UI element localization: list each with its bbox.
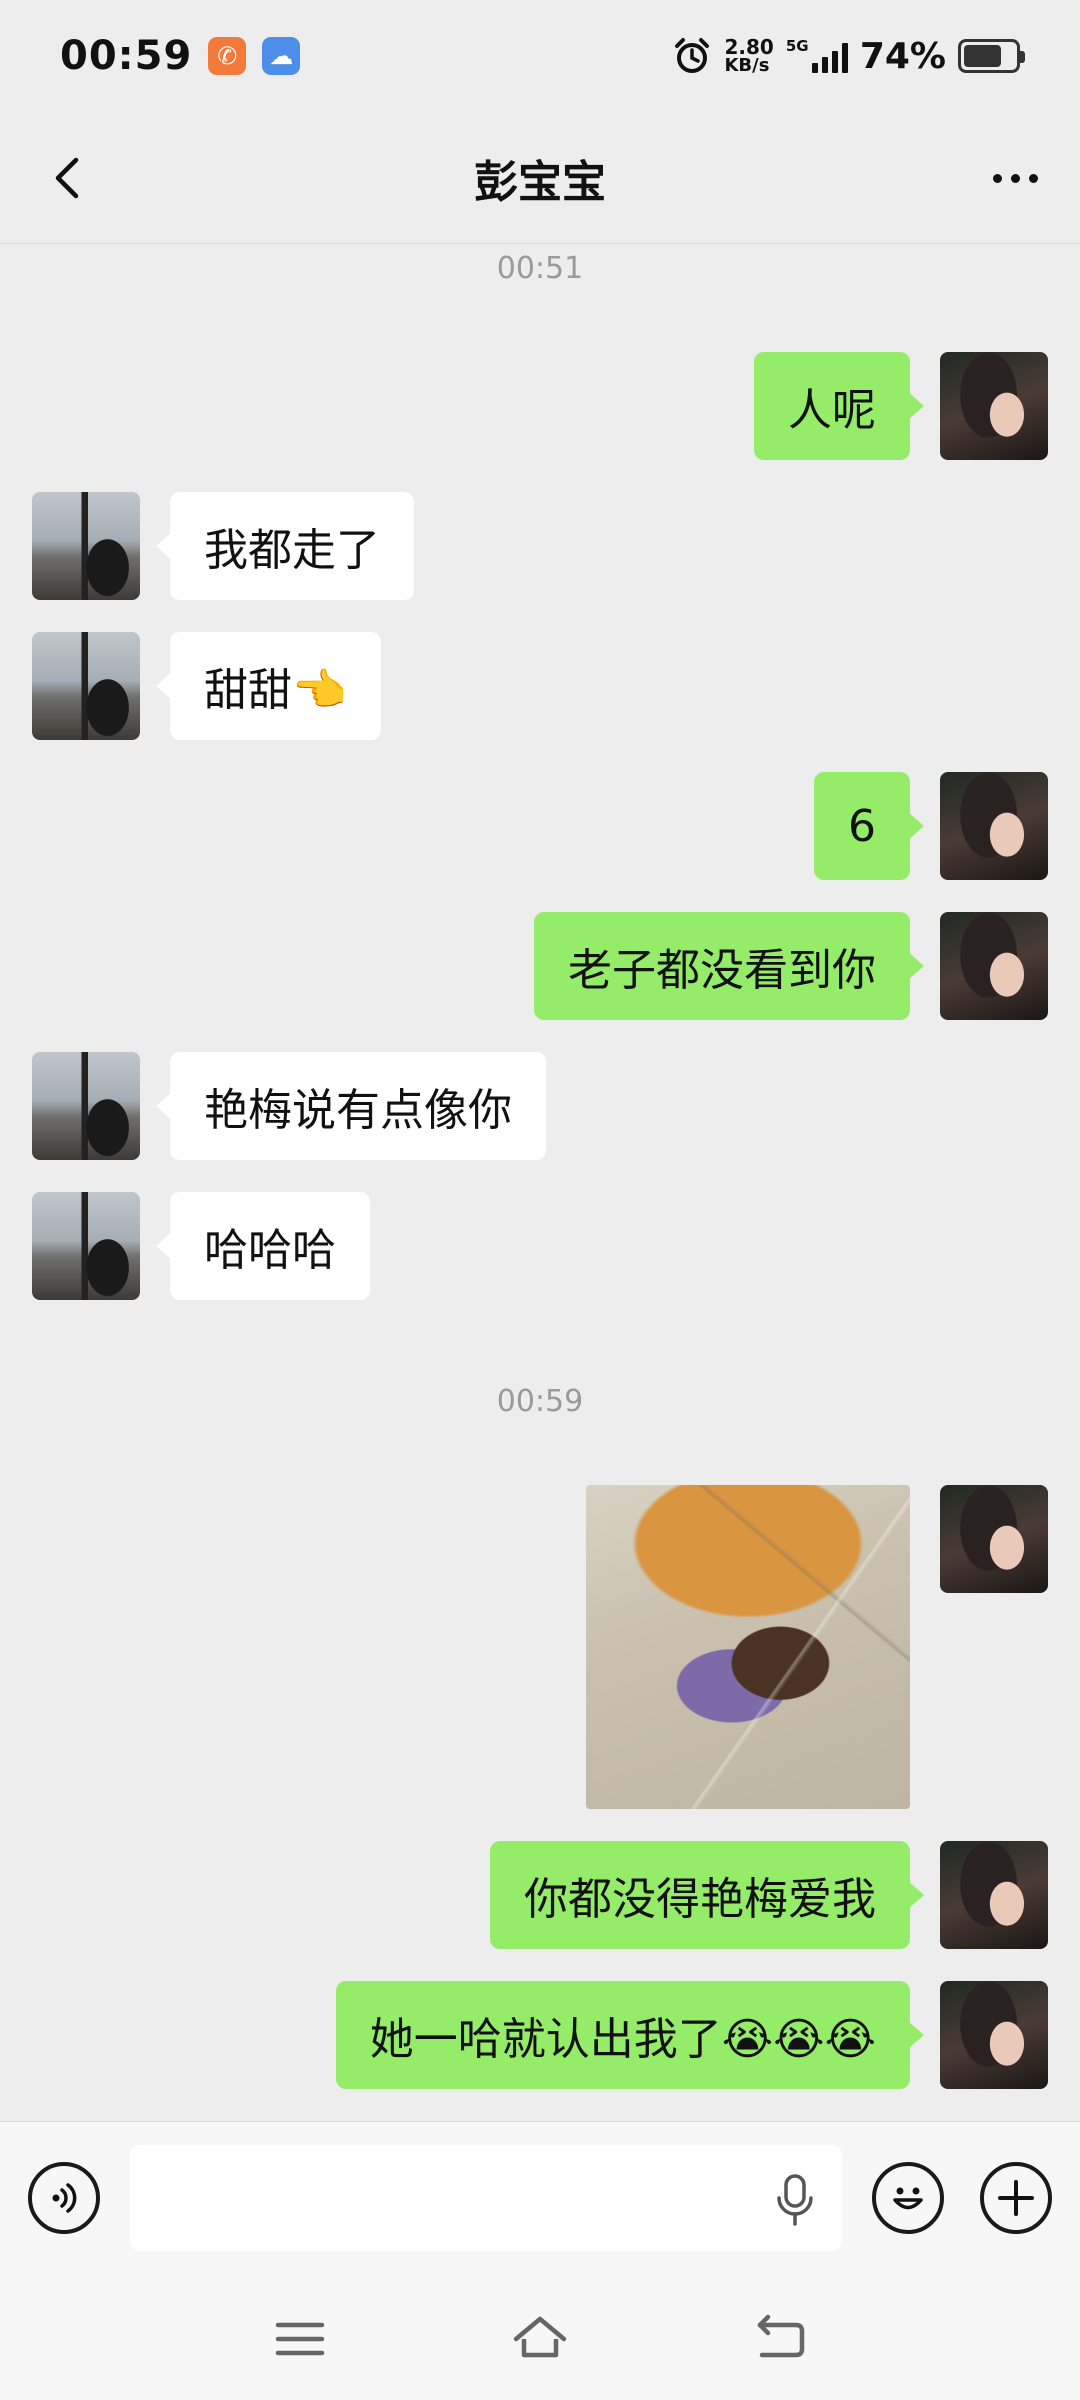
net-speed: 2.80 KB/s <box>724 37 773 75</box>
message-bubble-received[interactable]: 我都走了 <box>156 492 414 600</box>
my-avatar[interactable] <box>940 1485 1048 1593</box>
status-left: 00:59 ✆ ☁ <box>60 33 301 79</box>
status-time: 00:59 <box>60 33 193 79</box>
timestamp: 00:51 <box>496 251 584 286</box>
voice-toggle-button[interactable] <box>28 2162 100 2234</box>
chevron-left-icon <box>55 157 79 199</box>
message-bubble-received[interactable]: 艳梅说有点像你 <box>156 1052 546 1160</box>
battery-fill <box>964 45 1001 67</box>
my-avatar[interactable] <box>940 1981 1048 2089</box>
microphone-icon[interactable] <box>772 2172 818 2228</box>
contact-avatar[interactable] <box>32 492 140 600</box>
more-dot-icon <box>1028 173 1038 183</box>
message-bubble-received[interactable]: 哈哈哈 <box>156 1192 370 1300</box>
home-icon[interactable] <box>510 2309 570 2369</box>
smiley-icon <box>893 2187 923 2210</box>
status-right: 2.80 KB/s 5G 74% <box>672 35 1025 77</box>
phone-app-icon: ✆ <box>208 37 247 75</box>
back-button[interactable] <box>40 148 100 208</box>
chat-header: 彭宝宝 <box>0 112 1080 244</box>
alarm-icon <box>675 38 710 73</box>
contact-avatar[interactable] <box>32 632 140 740</box>
status-bar: 00:59 ✆ ☁ 2.80 KB/s 5G 74% <box>0 0 1080 112</box>
message-bubble-sent[interactable]: 老子都没看到你 <box>534 912 924 1020</box>
more-button[interactable] <box>980 148 1050 208</box>
network-type: 5G <box>785 37 809 55</box>
more-dot-icon <box>992 173 1002 183</box>
battery-percent: 74% <box>859 35 946 77</box>
system-nav-bar <box>0 2273 1080 2400</box>
message-list[interactable]: 00:51 人呢 我都走了 甜甜👈 6 老子都没看到你 艳梅说有点像你 哈哈哈 … <box>0 245 1080 2121</box>
plus-icon <box>998 2180 1034 2216</box>
sticker-image[interactable] <box>586 1485 910 1809</box>
weather-app-icon: ☁ <box>262 37 301 75</box>
message-input[interactable] <box>130 2145 842 2251</box>
more-functions-button[interactable] <box>980 2162 1052 2234</box>
more-dot-icon <box>1010 173 1020 183</box>
message-bubble-sent[interactable]: 你都没得艳梅爱我 <box>490 1841 924 1949</box>
my-avatar[interactable] <box>940 772 1048 880</box>
my-avatar[interactable] <box>940 912 1048 1020</box>
net-speed-value: 2.80 <box>724 35 774 59</box>
timestamp: 00:59 <box>496 1384 584 1419</box>
net-speed-unit: KB/s <box>724 55 770 76</box>
voice-wave-icon <box>52 2183 77 2213</box>
contact-avatar[interactable] <box>32 1192 140 1300</box>
menu-icon[interactable] <box>270 2309 330 2369</box>
message-bubble-sent[interactable]: 她一哈就认出我了😭😭😭 <box>335 1981 925 2089</box>
message-bubble-received[interactable]: 甜甜👈 <box>156 632 381 740</box>
my-avatar[interactable] <box>940 352 1048 460</box>
back-nav-icon[interactable] <box>750 2309 810 2369</box>
my-avatar[interactable] <box>940 1841 1048 1949</box>
emoji-button[interactable] <box>872 2162 944 2234</box>
sticker-floor-texture <box>586 1485 910 1809</box>
message-bubble-sent[interactable]: 6 <box>814 772 924 880</box>
contact-avatar[interactable] <box>32 1052 140 1160</box>
battery-icon <box>958 39 1025 73</box>
input-bar <box>0 2121 1080 2273</box>
signal-icon: 5G <box>785 37 848 73</box>
chat-title: 彭宝宝 <box>474 156 606 208</box>
message-bubble-sent[interactable]: 人呢 <box>754 352 924 460</box>
